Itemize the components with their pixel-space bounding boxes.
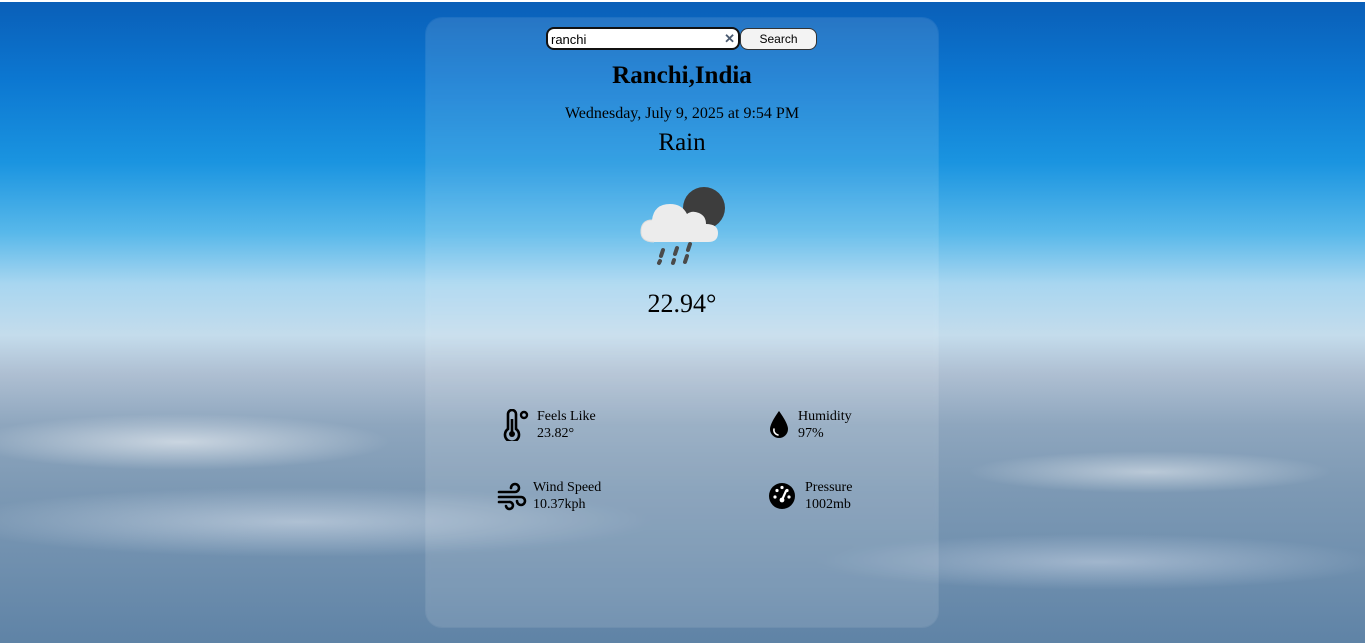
search-bar: ✕ Search xyxy=(546,27,817,50)
humidity-label: Humidity xyxy=(798,409,852,424)
wind-icon xyxy=(497,482,527,511)
search-input-box: ✕ xyxy=(546,27,740,50)
temperature: 22.94° xyxy=(647,289,717,318)
search-button[interactable]: Search xyxy=(740,27,817,50)
location-title: Ranchi,India xyxy=(612,62,752,89)
pressure-label: Pressure xyxy=(805,480,853,495)
thermometer-icon xyxy=(503,409,529,441)
search-input[interactable] xyxy=(546,27,740,50)
gauge-icon xyxy=(769,483,795,509)
wind-speed-label: Wind Speed xyxy=(533,480,602,495)
stat-feels-like: Feels Like 23.82° xyxy=(501,408,596,442)
stat-pressure: Pressure 1002mb xyxy=(769,479,852,513)
stat-humidity: Humidity 97% xyxy=(768,408,852,442)
feels-like-label: Feels Like xyxy=(537,409,596,424)
stat-wind-speed: Wind Speed 10.37kph xyxy=(497,479,601,513)
weather-condition: Rain xyxy=(658,129,706,156)
cloud-rain-moon-icon xyxy=(640,187,725,265)
humidity-value: 97% xyxy=(798,426,824,441)
water-drop-icon xyxy=(770,411,788,438)
feels-like-value: 23.82° xyxy=(537,426,575,441)
pressure-value: 1002mb xyxy=(805,497,851,512)
date-time: Wednesday, July 9, 2025 at 9:54 PM xyxy=(564,105,800,122)
wind-speed-value: 10.37kph xyxy=(533,497,586,512)
clear-icon[interactable]: ✕ xyxy=(724,30,735,47)
